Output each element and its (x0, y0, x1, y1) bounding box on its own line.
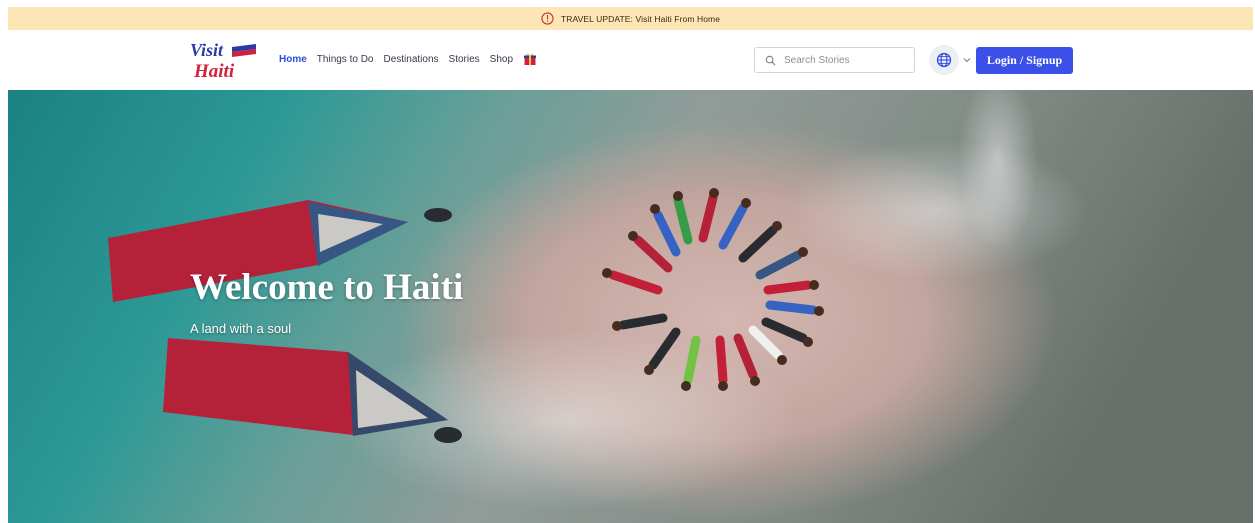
svg-text:Visit: Visit (190, 40, 224, 60)
nav-item-home[interactable]: Home (279, 54, 307, 65)
search-icon (765, 55, 776, 65)
globe-icon (936, 52, 952, 68)
hero-title: Welcome to Haiti (190, 267, 464, 308)
language-selector-button[interactable] (929, 45, 959, 75)
top-navigation: Visit Haiti Home Things to Do Destinatio… (8, 30, 1253, 90)
nav-item-things-to-do[interactable]: Things to Do (317, 54, 374, 65)
chevron-down-icon[interactable] (963, 56, 971, 64)
page: TRAVEL UPDATE: Visit Haiti From Home Vis… (8, 7, 1253, 523)
nav-item-destinations[interactable]: Destinations (384, 54, 439, 65)
hero-section: Welcome to Haiti A land with a soul (8, 90, 1253, 523)
info-circle-icon (541, 12, 554, 25)
main-menu: Home Things to Do Destinations Stories S… (279, 52, 537, 66)
hero-subtitle: A land with a soul (190, 321, 292, 336)
svg-text:Haiti: Haiti (193, 61, 235, 81)
travel-update-banner[interactable]: TRAVEL UPDATE: Visit Haiti From Home (8, 7, 1253, 30)
nav-item-shop[interactable]: Shop (490, 54, 513, 65)
nav-item-stories[interactable]: Stories (449, 54, 480, 65)
search-input[interactable] (784, 54, 904, 66)
search-box[interactable] (754, 47, 915, 73)
gift-box-icon[interactable] (523, 52, 537, 66)
login-signup-button[interactable]: Login / Signup (976, 47, 1073, 74)
banner-text: TRAVEL UPDATE: Visit Haiti From Home (560, 13, 721, 24)
visit-haiti-logo[interactable]: Visit Haiti (188, 39, 258, 81)
